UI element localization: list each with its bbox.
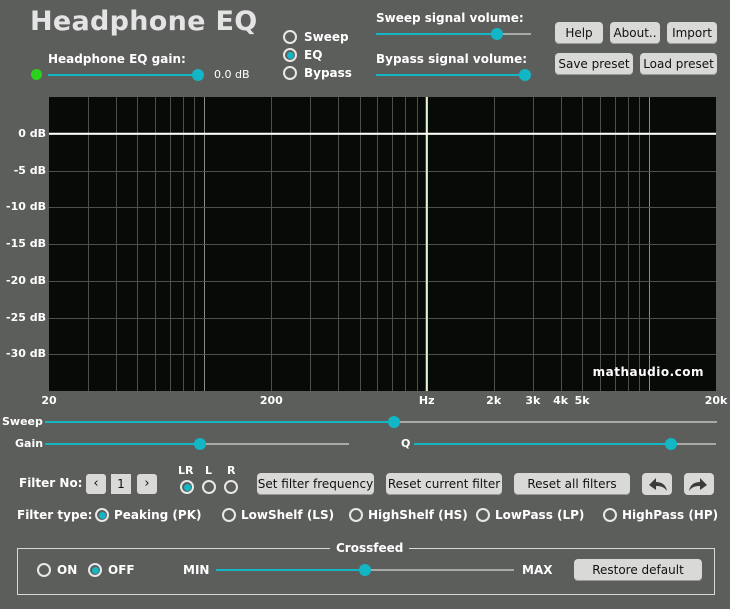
channel-radio-r[interactable]	[224, 480, 238, 494]
reset-current-filter-button[interactable]: Reset current filter	[386, 473, 502, 495]
set-filter-frequency-button[interactable]: Set filter frequency	[257, 473, 374, 495]
crossfeed-slider[interactable]	[216, 564, 514, 576]
sweep-slider[interactable]	[45, 416, 717, 428]
chevron-right-icon: ›	[144, 476, 150, 491]
x-tick-label: 5k	[574, 394, 590, 407]
x-tick-label: Hz	[418, 394, 435, 407]
filter-type-label-pk: Peaking (PK)	[114, 508, 202, 522]
restore-default-button[interactable]: Restore default	[574, 559, 702, 581]
filter-no-label: Filter No:	[19, 476, 83, 490]
mode-label-sweep: Sweep	[304, 30, 349, 44]
crossfeed-max-label: MAX	[522, 563, 553, 577]
x-tick-label: 3k	[525, 394, 541, 407]
x-tick-label: 2k	[486, 394, 502, 407]
about-button[interactable]: About..	[610, 22, 660, 44]
crossfeed-slider-knob[interactable]	[359, 564, 371, 576]
sweep-volume-knob[interactable]	[490, 28, 503, 40]
crossfeed-min-label: MIN	[183, 563, 210, 577]
mode-radio-eq[interactable]	[283, 48, 297, 62]
y-tick-label: -30 dB	[6, 347, 46, 361]
redo-arrow-icon	[689, 478, 707, 491]
mode-radio-bypass[interactable]	[283, 66, 297, 80]
filter-type-label-hp: HighPass (HP)	[622, 508, 719, 522]
y-tick-label: -5 dB	[13, 163, 46, 177]
y-tick-label: -20 dB	[6, 273, 46, 287]
watermark: mathaudio.com	[592, 365, 704, 379]
sweep-slider-knob[interactable]	[388, 416, 401, 428]
sweep-volume-slider[interactable]	[376, 28, 531, 40]
x-tick-label: 4k	[553, 394, 569, 407]
crossfeed-on-label: ON	[57, 563, 78, 577]
redo-button[interactable]	[684, 473, 714, 495]
filter-gain-slider[interactable]	[45, 438, 349, 450]
crossfeed-title: Crossfeed	[330, 541, 410, 555]
channel-label-r: R	[227, 464, 236, 477]
load-preset-button[interactable]: Load preset	[640, 53, 717, 75]
sweep-volume-label: Sweep signal volume:	[376, 11, 524, 25]
x-tick-label: 20k	[704, 394, 728, 407]
help-button[interactable]: Help	[555, 22, 603, 44]
crossfeed-off-radio[interactable]	[88, 563, 102, 577]
bypass-volume-label: Bypass signal volume:	[376, 52, 528, 66]
filter-type-label-hs: HighShelf (HS)	[368, 508, 468, 522]
q-label: Q	[401, 437, 411, 450]
next-filter-button[interactable]: ›	[137, 474, 157, 494]
crossfeed-off-label: OFF	[108, 563, 135, 577]
gain-indicator	[31, 69, 42, 80]
channel-radio-lr[interactable]	[180, 480, 194, 494]
q-slider-knob[interactable]	[664, 438, 677, 450]
filter-type-radio-lp[interactable]	[476, 508, 490, 522]
undo-arrow-icon	[649, 478, 667, 491]
filter-type-radio-pk[interactable]	[95, 508, 109, 522]
sweep-label: Sweep	[2, 415, 43, 428]
filter-gain-knob[interactable]	[194, 438, 207, 450]
bypass-volume-knob[interactable]	[519, 69, 531, 81]
bypass-volume-slider[interactable]	[376, 69, 531, 81]
filter-type-label-ls: LowShelf (LS)	[241, 508, 335, 522]
x-tick-label: 200	[259, 394, 283, 407]
mode-label-eq: EQ	[304, 48, 323, 62]
filter-type-radio-hs[interactable]	[349, 508, 363, 522]
gain-slider-knob[interactable]	[192, 69, 204, 81]
crossfeed-on-radio[interactable]	[37, 563, 51, 577]
y-tick-label: -15 dB	[6, 237, 46, 250]
filter-type-label: Filter type:	[17, 508, 93, 522]
y-tick-label: -10 dB	[6, 200, 46, 214]
q-slider[interactable]	[414, 438, 716, 450]
channel-radio-l[interactable]	[202, 480, 216, 494]
filter-gain-label: Gain	[15, 437, 44, 450]
reset-all-filters-button[interactable]: Reset all filters	[514, 473, 630, 495]
gain-value: 0.0 dB	[214, 68, 250, 81]
filter-type-radio-hp[interactable]	[603, 508, 617, 522]
x-tick-label: 20	[41, 394, 57, 407]
y-tick-label: -25 dB	[6, 310, 46, 324]
channel-label-l: L	[205, 464, 213, 477]
save-preset-button[interactable]: Save preset	[555, 53, 633, 75]
eq-graph-svg	[49, 97, 716, 391]
filter-type-label-lp: LowPass (LP)	[495, 508, 585, 522]
gain-slider[interactable]	[48, 69, 204, 81]
chevron-left-icon: ‹	[93, 476, 99, 491]
app-title: Headphone EQ	[30, 6, 258, 37]
mode-label-bypass: Bypass	[304, 66, 352, 80]
y-tick-label: 0 dB	[18, 126, 46, 140]
gain-label: Headphone EQ gain:	[48, 52, 186, 66]
eq-graph[interactable]: mathaudio.com	[49, 97, 716, 391]
prev-filter-button[interactable]: ‹	[86, 474, 106, 494]
undo-button[interactable]	[642, 473, 672, 495]
filter-number: 1	[111, 474, 131, 494]
import-button[interactable]: Import	[667, 22, 717, 44]
channel-label-lr: LR	[178, 464, 194, 477]
filter-type-radio-ls[interactable]	[222, 508, 236, 522]
mode-radio-sweep[interactable]	[283, 30, 297, 44]
